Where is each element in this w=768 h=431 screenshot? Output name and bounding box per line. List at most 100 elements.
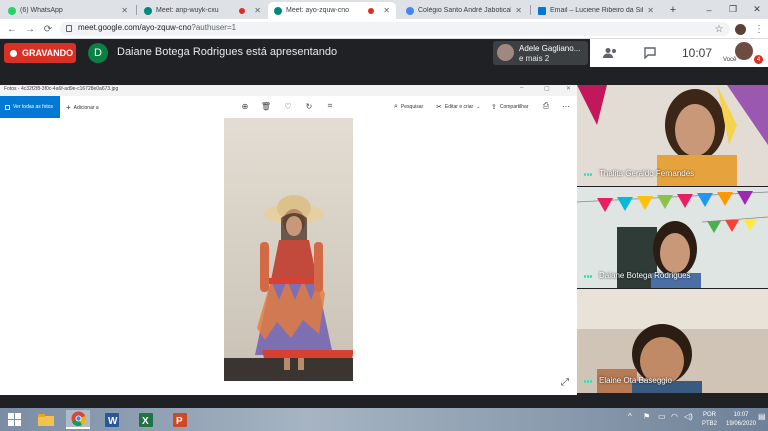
participant-name: Adele Gagliano... [519,44,581,53]
delete-icon[interactable]: 🗑 [261,101,271,111]
recording-label: GRAVANDO [22,48,74,58]
close-tab-icon[interactable]: ✕ [121,6,128,15]
tab-whatsapp[interactable]: (6) WhatsApp ✕ [2,2,134,19]
tab-title: Meet: anp-wuyk-cxu [156,7,219,14]
bookmark-star-icon[interactable]: ☆ [712,21,726,37]
svg-text:W: W [108,416,118,427]
profile-avatar-icon[interactable] [733,21,747,37]
close-tab-icon[interactable]: ✕ [383,6,390,15]
recording-indicator-icon [368,7,375,14]
tab-title: Colégio Santo André Jaboticaba [418,7,512,14]
chat-icon[interactable] [642,45,658,61]
chevron-down-icon: ⌄ [476,104,481,110]
participants-chip[interactable]: Adele Gagliano... e mais 2 [493,41,588,65]
photos-title-bar: Fotos - 4c32f2f8-3f0c-4a6f-ad9e-c16728e0… [0,85,577,96]
photos-command-bar: Ver todas as fotos + Adicionar a ⊕ 🗑 ♡ ↻… [0,96,577,118]
search-button[interactable]: ⌕ Pesquisar [394,103,423,111]
participant-tile-elaine[interactable]: Elaine Ota Baseggio [577,289,768,393]
close-tab-icon[interactable]: ✕ [647,6,654,15]
back-icon[interactable]: ← [5,21,19,37]
people-icon[interactable] [602,45,618,61]
language-indicator[interactable]: POR PTB2 [702,411,717,429]
chrome-icon[interactable] [66,410,90,429]
system-clock[interactable]: 10:07 19/06/2020 [726,411,756,429]
notifications-icon[interactable]: ▤ [758,412,766,421]
meeting-clock: 10:07 [682,46,713,60]
add-to-button[interactable]: + Adicionar a [66,103,99,112]
close-window-button[interactable]: ✕ [744,0,768,19]
forward-icon[interactable]: → [23,21,37,37]
browser-tab-strip: (6) WhatsApp ✕ Meet: anp-wuyk-cxu ✕ Meet… [0,0,768,19]
tray-flag-icon[interactable]: ⚑ [643,412,650,421]
clock-time: 10:07 [733,412,749,418]
participant-name: Thalita Geraldo Fernandes [599,169,695,178]
share-label: Compartilhar [499,104,529,110]
volume-icon[interactable]: ◁) [684,412,693,421]
more-options-icon[interactable]: ⋯ [561,101,571,111]
close-tab-icon[interactable]: ✕ [254,6,261,15]
meet-icon [144,6,152,15]
rotate-icon[interactable]: ↻ [304,101,314,111]
meet-top-bar: GRAVANDO D Daiane Botega Rodrigues está … [0,39,768,67]
address-bar[interactable]: meet.google.com/ayo-zquw-cno?authuser=1 [60,22,730,36]
photos-icon [5,104,10,110]
excel-icon[interactable]: X [134,410,158,429]
photos-file-title: Fotos - 4c32f2f8-3f0c-4a6f-ad9e-c16728e0… [4,86,119,92]
keyboard-layout: PTB2 [702,421,718,427]
reload-icon[interactable]: ⟳ [41,21,55,37]
presenter-avatar: D [88,43,108,63]
print-icon[interactable]: ⎙ [541,101,551,111]
participant-tile-daiane[interactable]: Daiane Botega Rodrigues [577,187,768,288]
windows-start-icon[interactable] [2,410,26,429]
word-icon[interactable]: W [100,410,124,429]
clock-date: 19/06/2020 [726,421,757,427]
battery-icon[interactable]: ▭ [658,412,666,421]
tab-email[interactable]: Email – Luciene Ribeiro da Silva ✕ [532,2,660,19]
new-tab-button[interactable]: + [662,0,684,19]
audio-level-icon [584,275,592,278]
menu-kebab-icon[interactable]: ⋮ [752,21,766,37]
minimize-icon[interactable]: – [520,85,523,91]
tab-colegio-santo-andre[interactable]: Colégio Santo André Jaboticaba ✕ [400,2,528,19]
powerpoint-icon[interactable]: P [168,410,192,429]
file-explorer-icon[interactable] [34,410,58,429]
favorite-heart-icon[interactable]: ♡ [283,101,293,111]
restore-button[interactable]: ❐ [720,0,746,19]
tray-arrow-icon[interactable]: ^ [628,412,632,421]
crop-icon[interactable]: ⌗ [325,101,335,111]
see-all-photos-button[interactable]: Ver todas as fotos [0,96,60,118]
recording-badge: GRAVANDO [4,43,76,63]
windows-taskbar: W X P ^ ⚑ ▭ ◠ ◁) POR PTB2 10:07 19/06/20… [0,408,768,431]
meet-icon [274,6,282,15]
tab-meet-anp-wuyk-cxu[interactable]: Meet: anp-wuyk-cxu ✕ [138,2,267,19]
maximize-icon[interactable]: ▢ [544,85,550,92]
displayed-photo [224,118,353,381]
share-button[interactable]: ⇪ Compartilhar [491,103,529,111]
share-icon: ⇪ [491,104,497,111]
minimize-button[interactable]: – [696,0,722,19]
self-avatar[interactable] [735,42,753,60]
notification-badge: 4 [754,55,763,64]
tab-meet-ayo-zquw-cno[interactable]: Meet: ayo-zquw-cno ✕ [268,2,396,19]
language-code: POR [703,412,717,418]
audio-level-icon [584,380,592,383]
outlook-icon [538,6,546,15]
close-tab-icon[interactable]: ✕ [515,6,522,15]
edit-create-button[interactable]: ✂ Editar e criar ⌄ [436,103,480,111]
fullscreen-expand-icon[interactable]: ⤢ [561,377,569,388]
tab-divider [530,5,531,15]
edit-icon: ✂ [436,104,442,111]
shared-photos-window: Fotos - 4c32f2f8-3f0c-4a6f-ad9e-c16728e0… [0,85,577,395]
participant-tile-thalita[interactable]: Thalita Geraldo Fernandes [577,85,768,186]
close-icon[interactable]: ✕ [566,85,571,92]
tab-divider [136,5,137,15]
meet-bottom-gap [0,395,768,408]
url-host: meet.google.com/ayo-zquw-cno [78,23,192,32]
zoom-icon[interactable]: ⊕ [240,101,250,111]
meet-controls: 10:07 Você 4 [590,39,768,67]
wifi-icon[interactable]: ◠ [671,412,678,421]
url-query: ?authuser=1 [191,23,237,32]
participant-name: Elaine Ota Baseggio [599,376,672,385]
participant-more: e mais 2 [519,54,550,63]
edit-label: Editar e criar [444,104,474,110]
